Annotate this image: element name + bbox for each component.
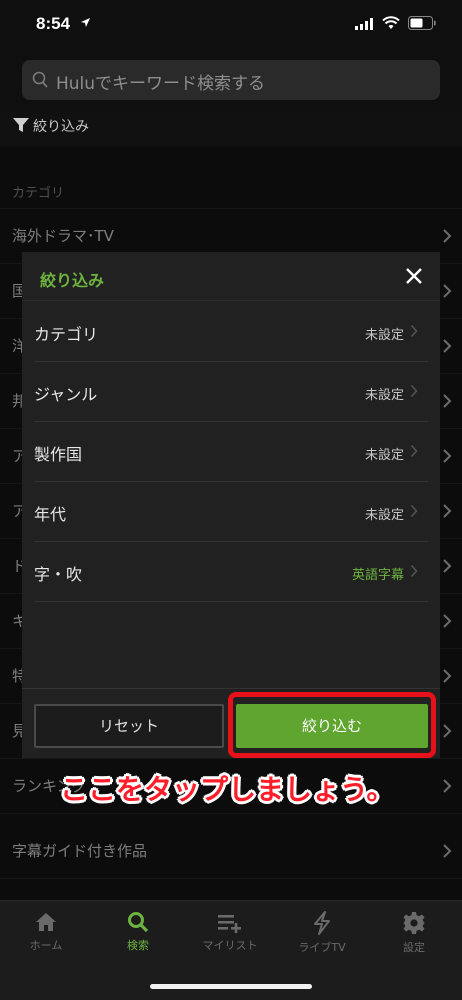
filter-row-value: 未設定 (364, 328, 404, 343)
filter-row-genre[interactable]: ジャンル 未設定 (22, 362, 440, 422)
annotation-text: ここをタップしましょう。 (60, 773, 395, 806)
filter-row-label: 字・吹 (34, 565, 83, 584)
tab-label: 設定 (403, 941, 425, 954)
chevron-right-icon (410, 324, 418, 338)
tab-label: ライブTV (298, 941, 346, 954)
tab-search[interactable]: 検索 (92, 911, 184, 961)
chevron-right-icon (410, 504, 418, 518)
gear-icon (403, 912, 425, 934)
tab-mylist[interactable]: マイリスト (184, 911, 276, 961)
filter-row-category[interactable]: カテゴリ 未設定 (22, 302, 440, 362)
filter-row-value: 未設定 (364, 448, 404, 463)
tab-label: マイリスト (202, 939, 258, 952)
filter-row-label: 製作国 (34, 445, 83, 464)
divider (22, 688, 440, 689)
tab-label: 検索 (127, 939, 149, 952)
chevron-right-icon (410, 564, 418, 578)
divider (34, 601, 428, 602)
lightning-icon (314, 911, 330, 935)
filter-row-label: カテゴリ (34, 325, 99, 344)
filter-row-label: 年代 (34, 505, 67, 524)
filter-row-country[interactable]: 製作国 未設定 (22, 422, 440, 482)
filter-row-year[interactable]: 年代 未設定 (22, 482, 440, 542)
home-indicator[interactable] (150, 984, 312, 989)
status-time: 8:54 (36, 14, 71, 33)
search-placeholder: Huluでキーワード検索する (56, 74, 266, 94)
filter-row-label: ジャンル (34, 385, 98, 404)
highlight-box (228, 692, 436, 758)
battery-icon (408, 16, 436, 30)
chevron-right-icon (410, 444, 418, 458)
tab-livetv[interactable]: ライブTV (276, 911, 368, 961)
signal-icon (355, 18, 373, 30)
tab-settings[interactable]: 設定 (368, 911, 460, 961)
mylist-icon (218, 915, 241, 933)
search-area: Huluでキーワード検索する (0, 48, 462, 110)
close-icon[interactable] (404, 266, 424, 286)
modal-title: 絞り込み (40, 271, 105, 290)
location-arrow-icon (81, 18, 90, 27)
search-icon (128, 912, 149, 933)
filter-row-value: 未設定 (364, 388, 404, 403)
tab-label: ホーム (29, 939, 63, 952)
wifi-icon (382, 16, 400, 29)
home-icon (36, 913, 56, 931)
filter-row-value: 英語字幕 (351, 568, 404, 583)
divider (22, 300, 440, 301)
filter-row-subtitle-dub[interactable]: 字・吹 英語字幕 (22, 542, 440, 602)
filter-label: 絞り込み (33, 119, 89, 135)
chevron-right-icon (410, 384, 418, 398)
tab-home[interactable]: ホーム (0, 911, 92, 961)
funnel-icon (13, 118, 29, 132)
search-icon (32, 71, 48, 88)
filter-row[interactable]: 絞り込み (0, 110, 462, 146)
filter-modal: 絞り込み カテゴリ 未設定 ジャンル 未設定 製作国 未設定 年代 未設定 字・… (22, 252, 440, 758)
filter-row-value: 未設定 (364, 508, 404, 523)
search-input[interactable]: Huluでキーワード検索する (22, 60, 440, 100)
status-bar: 8:54 (0, 0, 462, 48)
reset-button[interactable]: リセット (34, 704, 224, 748)
